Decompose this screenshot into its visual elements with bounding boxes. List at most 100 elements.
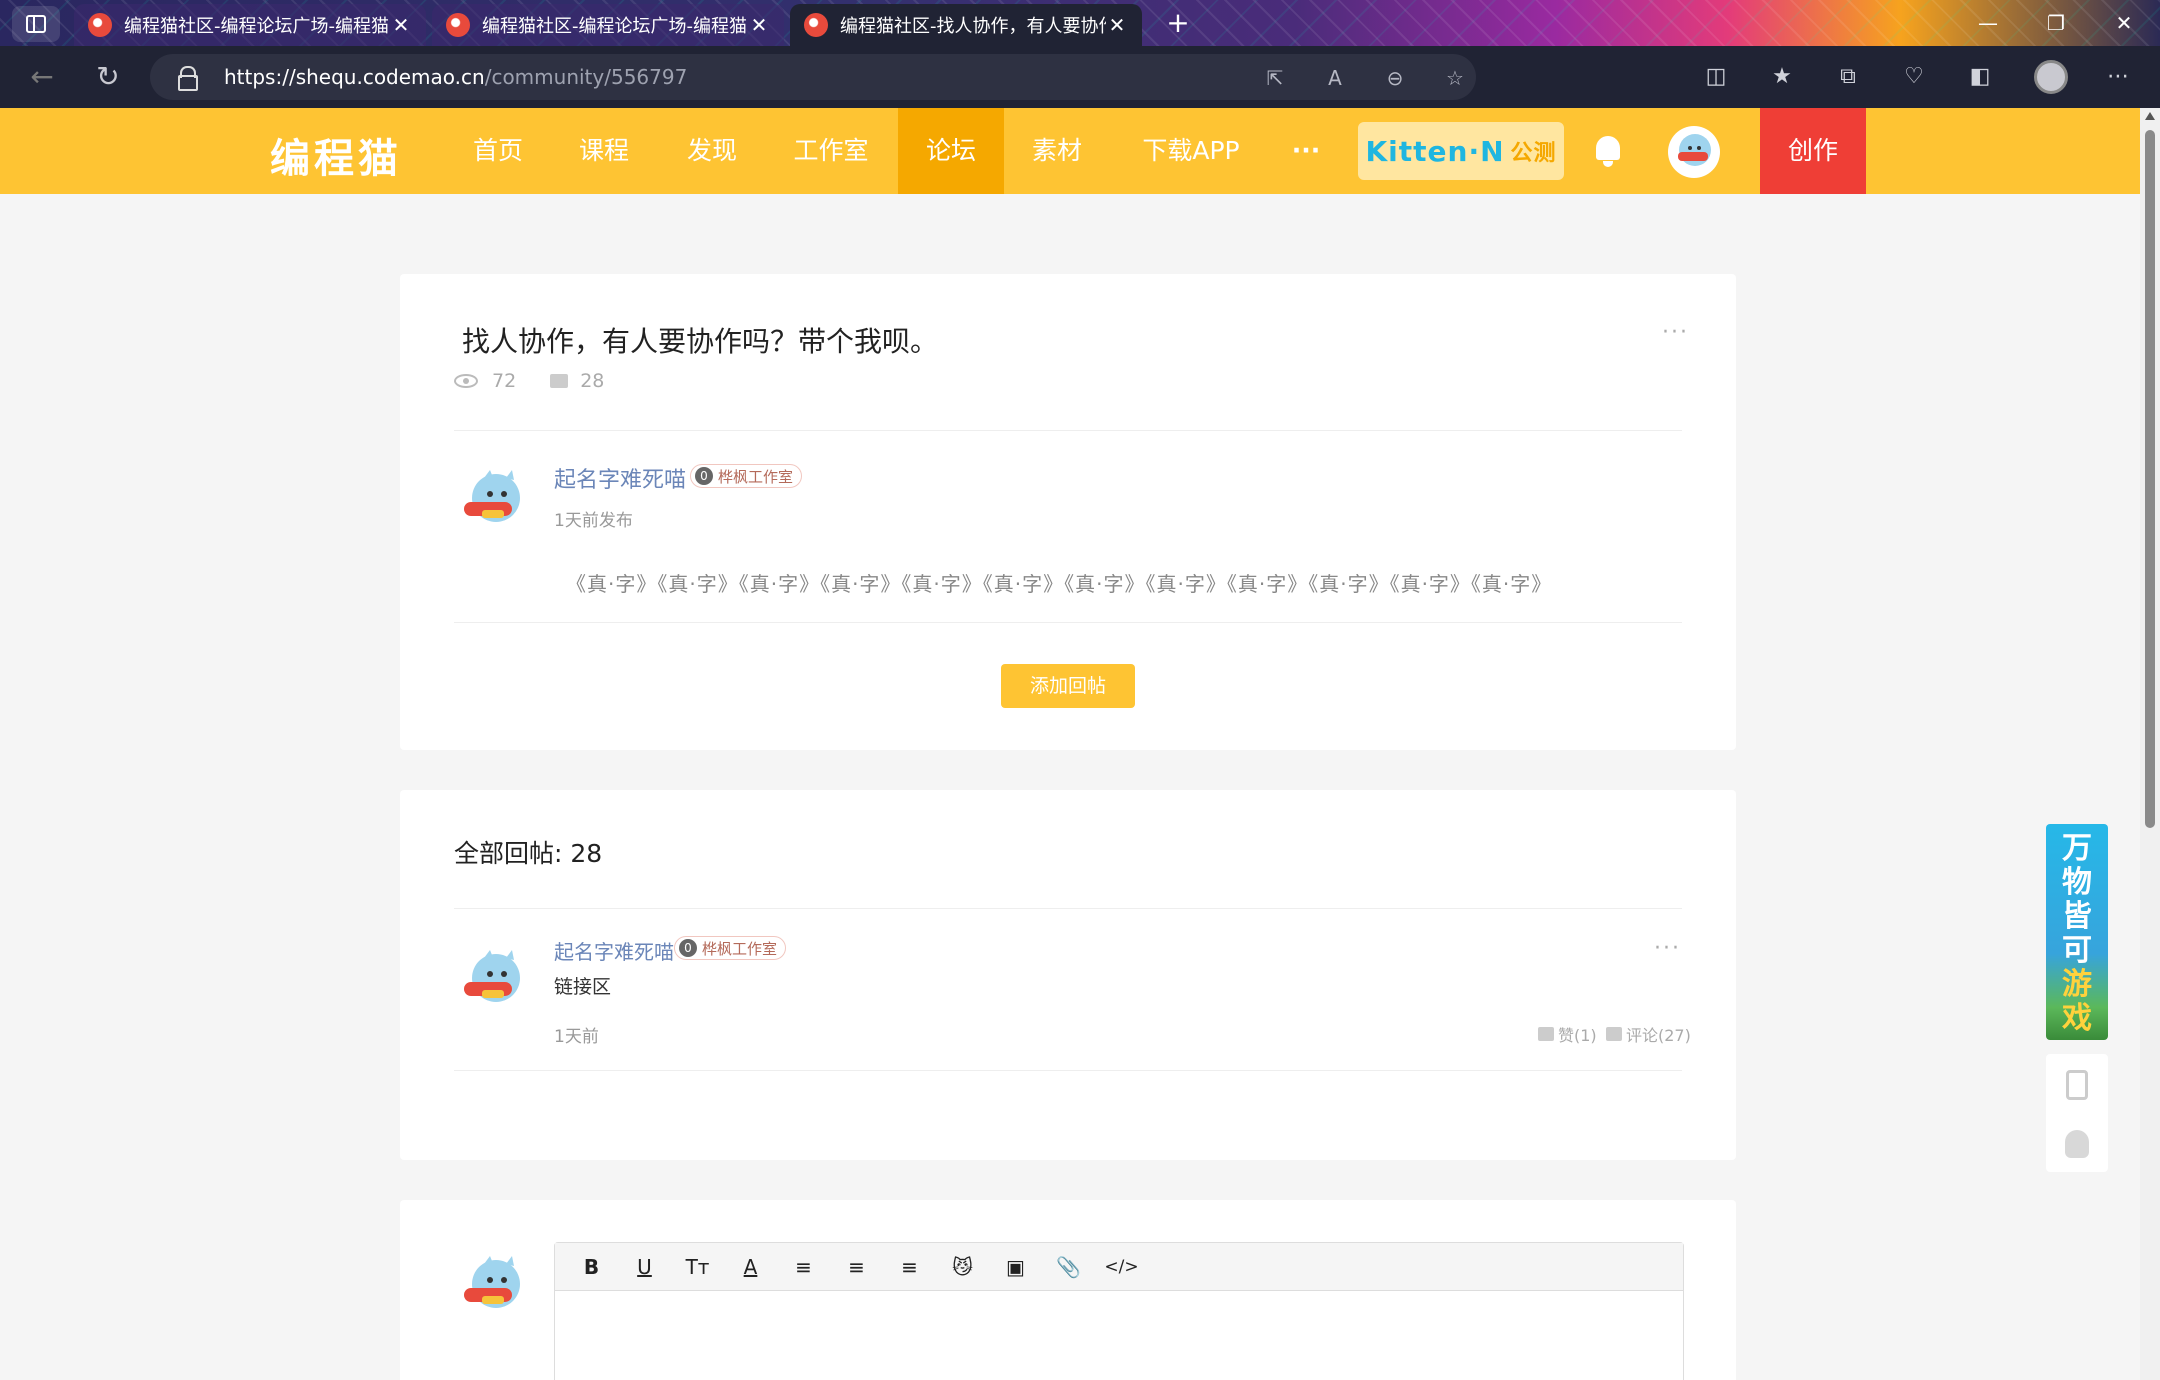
nav-forum[interactable]: 论坛 (898, 108, 1004, 194)
promo-banner[interactable]: 万 物 皆 可 游 戏 (2046, 824, 2108, 1040)
browser-tab-strip: 编程猫社区-编程论坛广场-编程猫 ✕ 编程猫社区-编程论坛广场-编程猫 ✕ 编程… (0, 0, 2160, 46)
reply-more-options-icon[interactable]: ··· (1654, 936, 1681, 961)
nav-courses[interactable]: 课程 (558, 108, 650, 194)
promo-char: 物 (2062, 865, 2092, 900)
thumbs-up-icon (1538, 1027, 1554, 1041)
insert-image-button[interactable]: ▣ (989, 1255, 1042, 1279)
reply-author-level: 0 (679, 939, 697, 957)
codemao-favicon (88, 13, 112, 37)
reply-author-avatar[interactable] (454, 944, 530, 1020)
scrollbar-thumb[interactable] (2145, 130, 2155, 828)
replies-title: 全部回帖: 28 (454, 839, 603, 868)
views-eye-icon (454, 374, 478, 388)
settings-more-icon[interactable]: ⋯ (2100, 60, 2136, 96)
reply-text: 链接区 (554, 976, 612, 998)
nav-download-app[interactable]: 下载APP (1118, 108, 1264, 194)
close-tab-icon[interactable]: ✕ (390, 13, 412, 37)
nav-home[interactable]: 首页 (452, 108, 544, 194)
create-button[interactable]: 创作 (1760, 108, 1866, 194)
notification-bell-icon[interactable] (1592, 132, 1624, 168)
divider (454, 430, 1682, 431)
rich-text-editor[interactable]: B U Tт A ≡ ≡ ≡ 😼 ▣ 📎 </> (554, 1242, 1684, 1380)
align-left-button[interactable]: ≡ (777, 1255, 830, 1279)
reply-studio-badge[interactable]: 0 桦枫工作室 (674, 936, 787, 960)
promo-char: 游 (2062, 967, 2092, 1002)
promo-char: 皆 (2062, 899, 2092, 934)
author-avatar[interactable] (454, 464, 530, 540)
post-time: 1天前发布 (554, 511, 633, 531)
nav-materials[interactable]: 素材 (1012, 108, 1102, 194)
nav-studio[interactable]: 工作室 (776, 108, 886, 194)
nav-discover[interactable]: 发现 (666, 108, 758, 194)
minimize-icon[interactable]: — (1954, 0, 2022, 46)
reply-studio-name: 桦枫工作室 (702, 939, 778, 958)
mobile-app-icon[interactable] (2066, 1070, 2088, 1100)
nav-more[interactable]: ··· (1276, 108, 1336, 194)
back-arrow-icon[interactable]: ← (24, 60, 60, 96)
studio-name: 桦枫工作室 (718, 467, 794, 486)
browser-tab-2[interactable]: 编程猫社区-编程论坛广场-编程猫 ✕ (432, 4, 784, 46)
browser-tab-1[interactable]: 编程猫社区-编程论坛广场-编程猫 ✕ (74, 4, 426, 46)
promo-char: 可 (2062, 933, 2092, 968)
site-logo[interactable]: 编程猫 (270, 126, 402, 184)
edge-copilot-icon[interactable]: ◧ (1962, 60, 1998, 96)
url-text[interactable]: https://shequ.codemao.cn/community/55679… (224, 65, 687, 89)
lock-icon[interactable] (178, 66, 198, 91)
reply-time: 1天前 (554, 1027, 599, 1047)
align-right-button[interactable]: ≡ (883, 1255, 936, 1279)
scroll-up-arrow-icon[interactable] (2145, 112, 2155, 120)
read-aloud-icon[interactable]: A (1322, 65, 1348, 91)
post-more-options-icon[interactable]: ··· (1662, 320, 1689, 345)
favorite-star-icon[interactable]: ☆ (1442, 65, 1468, 91)
site-header: 编程猫 首页 课程 发现 工作室 论坛 素材 下载APP ··· Kitten·… (0, 108, 2140, 194)
comment-count: 评论(27) (1626, 1026, 1691, 1045)
side-tools (2046, 1054, 2108, 1172)
collections-icon[interactable]: ⧉ (1830, 60, 1866, 96)
user-avatar[interactable] (1668, 126, 1720, 178)
browser-tab-3-active[interactable]: 编程猫社区-找人协作，有人要协作吗？带个我呗。 ✕ (790, 4, 1142, 46)
close-tab-icon[interactable]: ✕ (1106, 13, 1128, 37)
underline-button[interactable]: U (618, 1255, 671, 1279)
post-body: 《真·字》《真·字》《真·字》《真·字》《真·字》《真·字》《真·字》《真·字》… (566, 572, 1553, 596)
url-path: /community/556797 (484, 65, 688, 89)
split-screen-icon[interactable]: ◫ (1698, 60, 1734, 96)
open-in-app-icon[interactable]: ⇱ (1262, 65, 1288, 91)
close-window-icon[interactable]: ✕ (2090, 0, 2158, 46)
comment-icon (1606, 1027, 1622, 1041)
comment-button[interactable]: 评论(27) (1606, 1022, 1691, 1046)
studio-badge[interactable]: 0 桦枫工作室 (690, 464, 803, 488)
avatar-plane-cat-icon (464, 470, 520, 522)
reply-author-name[interactable]: 起名字难死喵 (554, 936, 674, 965)
font-size-button[interactable]: Tт (671, 1255, 724, 1279)
restore-icon[interactable]: ❐ (2022, 0, 2090, 46)
address-bar[interactable]: https://shequ.codemao.cn/community/55679… (150, 54, 1476, 100)
divider (454, 908, 1682, 909)
avatar-plane-cat-icon (464, 950, 520, 1002)
insert-code-button[interactable]: </> (1095, 1257, 1148, 1277)
post-title: 找人协作，有人要协作吗？带个我呗。 (462, 325, 939, 358)
reload-icon[interactable]: ↻ (90, 60, 126, 96)
like-button[interactable]: 赞(1) (1538, 1022, 1597, 1046)
qq-penguin-icon[interactable] (2065, 1130, 2089, 1158)
new-tab-button[interactable]: + (1160, 8, 1196, 40)
add-reply-button[interactable]: 添加回帖 (1001, 664, 1135, 708)
tab-actions-button[interactable] (12, 6, 60, 42)
url-domain: https://shequ.codemao.cn (224, 65, 485, 89)
bold-button[interactable]: B (565, 1255, 618, 1279)
favorites-icon[interactable]: ★ (1764, 60, 1800, 96)
align-center-button[interactable]: ≡ (830, 1255, 883, 1279)
page-scrollbar[interactable] (2140, 108, 2160, 1380)
emoji-cat-button[interactable]: 😼 (936, 1255, 989, 1279)
browser-essentials-icon[interactable]: ♡ (1896, 60, 1932, 96)
profile-avatar[interactable] (2034, 60, 2068, 94)
current-user-avatar (454, 1250, 530, 1326)
close-tab-icon[interactable]: ✕ (748, 13, 770, 37)
attachment-button[interactable]: 📎 (1042, 1255, 1095, 1279)
tab-title: 编程猫社区-找人协作，有人要协作吗？带个我呗。 (840, 16, 1106, 37)
views-count: 72 (492, 370, 517, 392)
replies-card: 全部回帖: 28 起名字难死喵 0 桦枫工作室 ··· 链接区 1天前 赞(1)… (400, 790, 1736, 1160)
font-color-button[interactable]: A (724, 1255, 777, 1279)
zoom-out-icon[interactable]: ⊖ (1382, 65, 1408, 91)
kitten-n-banner[interactable]: Kitten·N 公测 (1358, 122, 1564, 180)
author-name[interactable]: 起名字难死喵 (554, 462, 686, 494)
